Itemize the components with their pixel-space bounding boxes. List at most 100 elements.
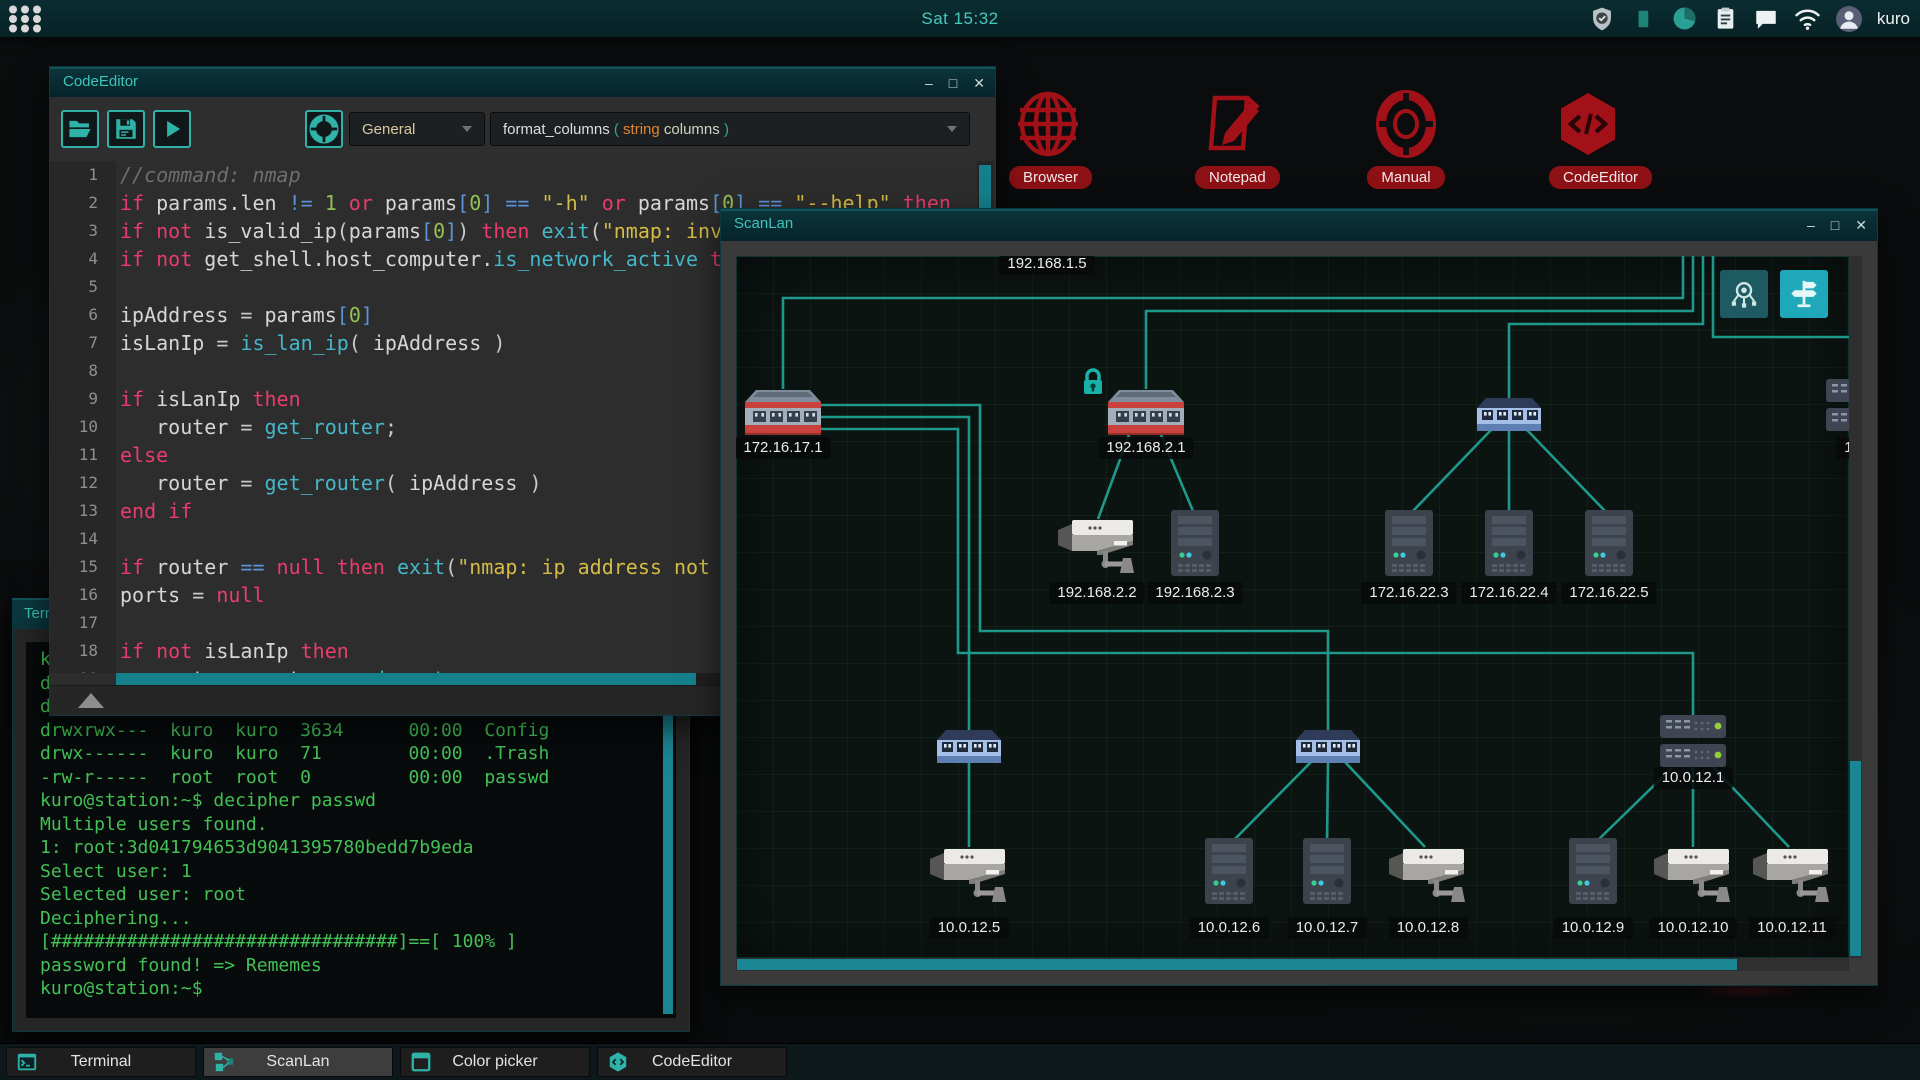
chat-icon[interactable] [1753,5,1780,32]
camera-node[interactable] [1057,517,1137,580]
save-button[interactable] [107,110,145,148]
rack-node[interactable] [1826,379,1849,436]
taskbar-item-codeeditor[interactable]: CodeEditor [597,1047,787,1077]
desktop-icon-codeeditor[interactable]: CodeEditor [1549,88,1653,189]
scrollbar-thumb[interactable] [116,673,696,685]
pc-node[interactable] [1569,838,1617,909]
terminal-line: password found! => Rememes [40,954,322,976]
node-ip-label: 10.0.12.6 [1189,917,1269,939]
camera-node[interactable] [929,846,1009,909]
terminal-line: Selected user: root [40,884,246,905]
clock[interactable]: Sat 15:32 [921,0,998,37]
scanlan-titlebar[interactable]: ScanLan – □ ✕ [721,209,1877,241]
taskbar-item-scanlan[interactable]: ScanLan [203,1047,393,1077]
line-number: 9 [88,389,98,408]
line-number-gutter: 12345678910111213141516171819 [50,161,116,673]
code-editor-titlebar[interactable]: CodeEditor – □ ✕ [50,67,995,97]
terminal-line: drwxrwx--- kuro kuro 3634 00:00 Config [40,719,550,741]
map-horizontal-scrollbar[interactable] [736,958,1849,971]
window-title: CodeEditor [63,73,139,90]
node-ip-label: 172.16.22.3 [1361,582,1457,604]
scrollbar-thumb[interactable] [737,959,1737,970]
line-number: 14 [78,529,98,548]
run-button[interactable] [153,110,191,148]
taskbar: Terminal ScanLan Color picker CodeEditor [0,1043,1920,1080]
line-number: 8 [88,361,98,380]
open-folder-button[interactable] [61,110,99,148]
avatar[interactable] [1835,5,1862,32]
node-ip-label: 10.0.12.10 [1649,917,1737,939]
node-ip-label: 172.16.22.5 [1561,582,1657,604]
node-ip-label: 192.168.2.3 [1147,582,1243,604]
chevron-down-icon [947,126,957,132]
line-number: 1 [88,165,98,184]
line-number: 5 [88,277,98,296]
category-value: General [362,120,416,138]
taskbar-item-color-picker[interactable]: Color picker [400,1047,590,1077]
close-button[interactable]: ✕ [1855,211,1867,239]
camera-node[interactable] [1752,846,1832,909]
top-status-bar: Sat 15:32 kuro [0,0,1920,37]
maximize-button[interactable]: □ [1831,211,1839,239]
wifi-icon[interactable] [1794,5,1821,32]
function-signature-dropdown[interactable]: format_columns ( string columns ) [490,112,970,146]
pc-node[interactable] [1385,510,1433,581]
pc-node[interactable] [1171,510,1219,581]
username[interactable]: kuro [1877,9,1910,29]
pc-node[interactable] [1485,510,1533,581]
switch-node[interactable] [1296,729,1360,768]
globe-icon [1012,88,1084,160]
shield-icon[interactable] [1589,5,1616,32]
camera-node[interactable] [1653,846,1733,909]
desktop: BrowserNotepadManualCodeEditor Terminal … [0,0,1920,1080]
pc-node[interactable] [1585,510,1633,581]
camera-node[interactable] [1388,846,1468,909]
pc-node[interactable] [1205,838,1253,909]
line-number: 18 [78,641,98,660]
scrollbar-thumb[interactable] [1850,761,1861,956]
scanlan-frame: 192.168.1.5 172.16.17.1 192.168.2.1 172. 192… [721,241,1877,985]
close-button[interactable]: ✕ [973,69,985,97]
signpost-button[interactable] [1780,270,1828,318]
terminal-line: Select user: 1 [40,860,192,882]
terminal-line: [################################]==[ 10… [40,931,517,952]
category-dropdown[interactable]: General [349,112,485,146]
desktop-icon-browser[interactable]: Browser [1009,88,1093,189]
battery-icon[interactable] [1630,5,1657,32]
rack-node[interactable] [1660,715,1726,772]
desktop-icon-manual[interactable]: Manual [1367,88,1445,189]
desktop-icon-notepad[interactable]: Notepad [1195,88,1280,189]
scanlan-window: ScanLan – □ ✕ 192.168.1.5 172.16.17.1 192.… [720,208,1878,986]
line-number: 17 [78,613,98,632]
code-line: //command: nmap [120,163,301,187]
maximize-button[interactable]: □ [949,69,957,97]
line-number: 10 [78,417,98,436]
help-button[interactable] [305,110,343,148]
minimize-button[interactable]: – [1807,211,1815,239]
switch-node[interactable] [937,729,1001,768]
node-ip-label: 192.168.2.2 [1049,582,1145,604]
code-editor-toolbar: General format_columns ( string columns … [50,97,995,162]
node-ip-label: 172.16.22.4 [1461,582,1557,604]
map-vertical-scrollbar[interactable] [1849,256,1862,958]
desktop-icon-label: CodeEditor [1549,166,1653,189]
disk-usage-icon[interactable] [1671,5,1698,32]
minimize-button[interactable]: – [925,69,933,97]
clipboard-icon[interactable] [1712,5,1739,32]
router-node[interactable] [745,389,821,440]
function-signature: format_columns ( string columns ) [503,120,729,138]
switch-node[interactable] [1477,397,1541,436]
network-map[interactable]: 192.168.1.5 172.16.17.1 192.168.2.1 172. 192… [736,256,1849,958]
line-number: 15 [78,557,98,576]
node-ip-label: 10.0.12.8 [1388,917,1468,939]
notepad-icon [1198,88,1270,160]
taskbar-item-terminal[interactable]: Terminal [6,1047,196,1077]
node-ip-label: 172. [1836,437,1849,459]
node-ip-label: 10.0.12.7 [1287,917,1367,939]
router-node[interactable] [1108,389,1184,440]
pc-node[interactable] [1303,838,1351,909]
bot-eye-button[interactable] [1720,270,1768,318]
line-number: 16 [78,585,98,604]
expand-console-button[interactable] [78,693,104,708]
apps-grid-icon[interactable] [8,5,44,33]
